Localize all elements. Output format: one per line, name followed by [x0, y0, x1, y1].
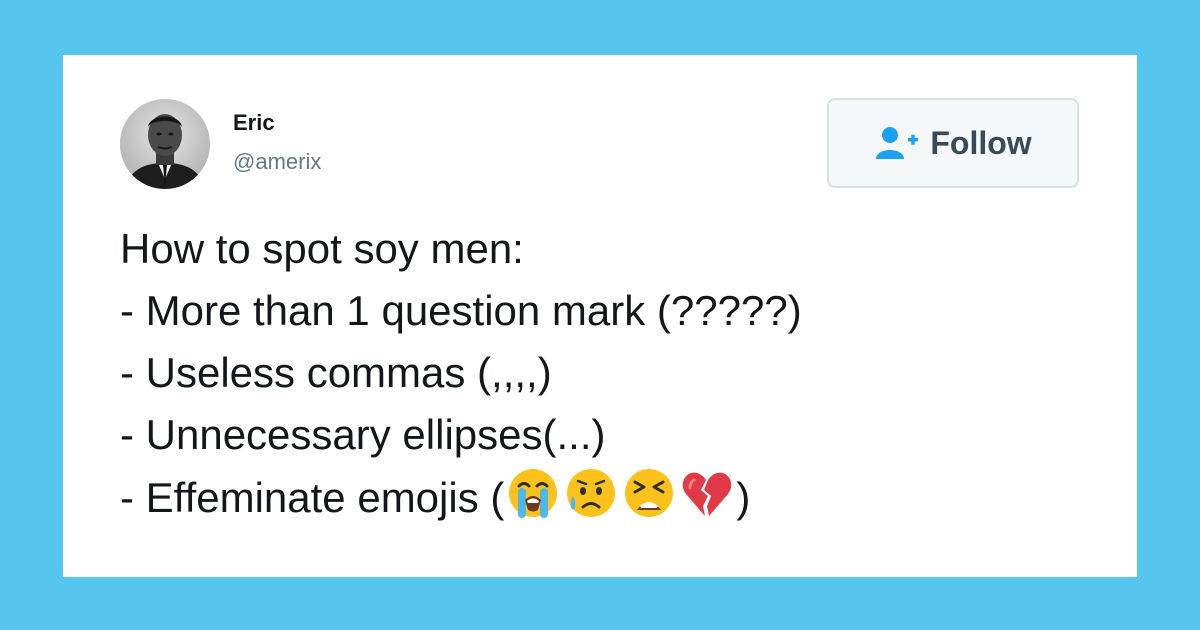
tweet-line: How to spot soy men: — [120, 225, 524, 272]
broken-heart-icon — [680, 466, 734, 520]
tweet-line: - Useless commas (,,,,) — [120, 349, 552, 396]
follow-button[interactable]: Follow — [827, 98, 1079, 188]
emoji-group — [506, 466, 734, 520]
avatar[interactable] — [120, 99, 210, 189]
loudly-crying-face-icon — [506, 466, 560, 520]
tweet-line: - Unnecessary ellipses(...) — [120, 411, 606, 458]
add-user-icon — [874, 125, 920, 161]
user-name[interactable]: Eric — [233, 110, 275, 136]
tweet-line-prefix: - Effeminate emojis ( — [120, 474, 505, 521]
sad-but-relieved-face-icon — [564, 466, 618, 520]
tweet-line-emojis: - Effeminate emojis () — [120, 466, 802, 529]
tweet-line: - More than 1 question mark (?????) — [120, 287, 802, 334]
follow-label: Follow — [930, 124, 1032, 161]
tired-face-icon — [622, 466, 676, 520]
user-handle[interactable]: @amerix — [233, 149, 321, 175]
tweet-card: Eric @amerix Follow How to spot soy men:… — [63, 55, 1137, 577]
tweet-text: How to spot soy men: - More than 1 quest… — [120, 218, 802, 529]
tweet-line-suffix: ) — [736, 474, 751, 521]
